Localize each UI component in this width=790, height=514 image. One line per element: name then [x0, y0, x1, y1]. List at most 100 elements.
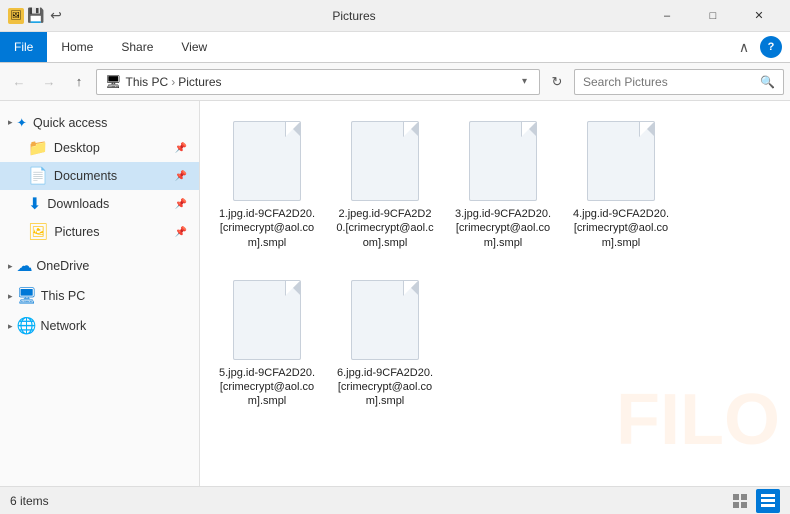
quickaccess-label: Quick access — [33, 116, 107, 130]
file-icon-4 — [585, 119, 657, 203]
sidebar-item-documents[interactable]: 📄 Documents 📌 — [0, 162, 199, 190]
list-item[interactable]: 5.jpg.id-9CFA2D20.[crimecrypt@aol.com].s… — [212, 272, 322, 415]
ribbon-collapse-button[interactable]: ∧ — [732, 35, 756, 59]
file-icon-3 — [467, 119, 539, 203]
help-button[interactable]: ? — [760, 36, 782, 58]
quickaccess-star-icon: ✦ — [17, 115, 27, 130]
sidebar-label-desktop: Desktop — [54, 141, 100, 155]
list-item[interactable]: 4.jpg.id-9CFA2D20.[crimecrypt@aol.com].s… — [566, 113, 676, 256]
search-box[interactable]: 🔍 — [574, 69, 784, 95]
network-icon: 🌐 — [17, 316, 37, 336]
file-page-4 — [587, 121, 655, 201]
folder-icon-downloads: ⬇ — [28, 194, 41, 214]
undo-icon[interactable]: ↩ — [48, 8, 64, 24]
path-icon: 🖥 — [105, 74, 122, 90]
file-name-1: 1.jpg.id-9CFA2D20.[crimecrypt@aol.com].s… — [216, 207, 318, 250]
file-name-5: 5.jpg.id-9CFA2D20.[crimecrypt@aol.com].s… — [216, 366, 318, 409]
watermark: FILO — [616, 384, 780, 456]
search-icon[interactable]: 🔍 — [760, 75, 775, 89]
sidebar-item-quickaccess[interactable]: ▸ ✦ Quick access — [0, 109, 199, 134]
maximize-button[interactable]: □ — [690, 0, 736, 32]
sidebar-item-downloads[interactable]: ⬇ Downloads 📌 — [0, 190, 199, 218]
onedrive-icon: ☁ — [17, 256, 33, 276]
pin-icon-documents: 📌 — [175, 171, 187, 182]
title-bar: 🖼 💾 ↩ Pictures – □ ✕ — [0, 0, 790, 32]
save-icon[interactable]: 💾 — [28, 8, 44, 24]
file-page-6 — [351, 280, 419, 360]
path-dropdown-arrow[interactable]: ▾ — [518, 76, 531, 87]
file-icon-2 — [349, 119, 421, 203]
path-part-pictures: Pictures — [178, 75, 221, 89]
address-bar: ← → ↑ 🖥 This PC › Pictures ▾ ↻ 🔍 — [0, 63, 790, 101]
ribbon-tabs: File Home Share View ∧ ? — [0, 32, 790, 62]
search-input[interactable] — [583, 75, 760, 89]
file-name-6: 6.jpg.id-9CFA2D20.[crimecrypt@aol.com].s… — [334, 366, 436, 409]
path-part-thispc: This PC — [126, 75, 169, 89]
list-view-icon — [732, 493, 748, 509]
main-layout: ▸ ✦ Quick access 📁 Desktop 📌 📄 Documents… — [0, 101, 790, 486]
close-button[interactable]: ✕ — [736, 0, 782, 32]
tab-view[interactable]: View — [167, 32, 221, 62]
pin-icon-pictures: 📌 — [175, 227, 187, 238]
sidebar: ▸ ✦ Quick access 📁 Desktop 📌 📄 Documents… — [0, 101, 200, 486]
thispc-icon: 🖥 — [17, 286, 37, 306]
sidebar-item-pictures[interactable]: 🖼 Pictures 📌 — [0, 218, 199, 246]
refresh-button[interactable]: ↻ — [544, 69, 570, 95]
sidebar-label-network: Network — [40, 319, 86, 333]
list-view-button[interactable] — [728, 489, 752, 513]
sidebar-label-downloads: Downloads — [47, 197, 109, 211]
file-page-1 — [233, 121, 301, 201]
file-name-4: 4.jpg.id-9CFA2D20.[crimecrypt@aol.com].s… — [570, 207, 672, 250]
folder-icon-desktop: 📁 — [28, 138, 48, 158]
file-page-5 — [233, 280, 301, 360]
item-count: 6 items — [10, 494, 49, 508]
list-item[interactable]: 2.jpeg.id-9CFA2D20.[crimecrypt@aol.com].… — [330, 113, 440, 256]
sidebar-item-network[interactable]: ▸ 🌐 Network — [0, 310, 199, 340]
file-area: FILO 1.jpg.id-9CFA2D20.[crimecrypt@aol.c… — [200, 101, 790, 486]
file-page-2 — [351, 121, 419, 201]
status-bar-right — [728, 489, 780, 513]
sidebar-item-desktop[interactable]: 📁 Desktop 📌 — [0, 134, 199, 162]
tab-share[interactable]: Share — [107, 32, 167, 62]
list-item[interactable]: 1.jpg.id-9CFA2D20.[crimecrypt@aol.com].s… — [212, 113, 322, 256]
list-item[interactable]: 6.jpg.id-9CFA2D20.[crimecrypt@aol.com].s… — [330, 272, 440, 415]
folder-icon-pictures: 🖼 — [28, 222, 48, 242]
title-bar-icons: 🖼 💾 ↩ — [8, 8, 64, 24]
minimize-button[interactable]: – — [644, 0, 690, 32]
list-item[interactable]: 3.jpg.id-9CFA2D20.[crimecrypt@aol.com].s… — [448, 113, 558, 256]
forward-button[interactable]: → — [36, 69, 62, 95]
address-path[interactable]: 🖥 This PC › Pictures ▾ — [96, 69, 540, 95]
chevron-right-icon-onedrive: ▸ — [8, 261, 13, 272]
sidebar-item-onedrive[interactable]: ▸ ☁ OneDrive — [0, 250, 199, 280]
sidebar-item-thispc[interactable]: ▸ 🖥 This PC — [0, 280, 199, 310]
tab-home[interactable]: Home — [47, 32, 107, 62]
sidebar-label-pictures: Pictures — [54, 225, 99, 239]
pin-icon-downloads: 📌 — [175, 199, 187, 210]
folder-icon-documents: 📄 — [28, 166, 48, 186]
tile-view-button[interactable] — [756, 489, 780, 513]
tile-view-icon — [760, 493, 776, 509]
window-controls: – □ ✕ — [644, 0, 782, 32]
chevron-right-icon-network: ▸ — [8, 321, 13, 332]
ribbon-expand: ∧ ? — [732, 32, 790, 62]
file-icon-6 — [349, 278, 421, 362]
sidebar-label-thispc: This PC — [41, 289, 85, 303]
window-title: Pictures — [64, 9, 644, 23]
ribbon: File Home Share View ∧ ? — [0, 32, 790, 63]
pin-icon-desktop: 📌 — [175, 143, 187, 154]
sidebar-label-documents: Documents — [54, 169, 117, 183]
up-button[interactable]: ↑ — [66, 69, 92, 95]
back-button[interactable]: ← — [6, 69, 32, 95]
file-name-3: 3.jpg.id-9CFA2D20.[crimecrypt@aol.com].s… — [452, 207, 554, 250]
path-separator: › — [171, 75, 175, 89]
file-icon-1 — [231, 119, 303, 203]
tab-file[interactable]: File — [0, 32, 47, 62]
status-bar: 6 items — [0, 486, 790, 514]
file-name-2: 2.jpeg.id-9CFA2D20.[crimecrypt@aol.com].… — [334, 207, 436, 250]
chevron-right-icon-thispc: ▸ — [8, 291, 13, 302]
app-icon: 🖼 — [8, 8, 24, 24]
sidebar-label-onedrive: OneDrive — [37, 259, 90, 273]
chevron-right-icon: ▸ — [8, 117, 13, 128]
file-page-3 — [469, 121, 537, 201]
file-icon-5 — [231, 278, 303, 362]
